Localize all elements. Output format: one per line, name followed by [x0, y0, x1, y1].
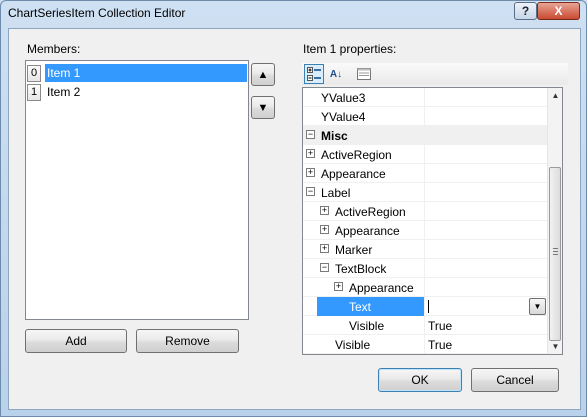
property-name: YValue3	[321, 91, 366, 105]
ok-button[interactable]: OK	[378, 368, 462, 392]
expand-icon[interactable]: +	[320, 225, 329, 234]
property-name: ActiveRegion	[321, 148, 392, 162]
title-bar[interactable]: ChartSeriesItem Collection Editor ? X	[1, 1, 586, 27]
dialog-body: Members: 0 Item 1 1 Item 2 ▲ ▼ Add Remov…	[8, 28, 581, 410]
property-name: Label	[321, 186, 351, 200]
member-index: 0	[27, 64, 41, 82]
property-row-selected[interactable]: Text ▼	[303, 297, 548, 316]
add-button-label: Add	[65, 334, 87, 348]
property-category-misc[interactable]: − Misc	[303, 126, 548, 145]
scroll-up-button[interactable]: ▲	[548, 88, 562, 103]
collapse-icon[interactable]: −	[320, 263, 329, 272]
collapse-icon[interactable]: −	[306, 187, 315, 196]
scroll-down-icon: ▼	[551, 342, 560, 351]
list-item[interactable]: 0 Item 1	[27, 64, 247, 82]
add-button[interactable]: Add	[25, 329, 127, 353]
members-label: Members:	[27, 42, 81, 56]
category-name: Misc	[321, 129, 348, 143]
property-row[interactable]: + ActiveRegion	[303, 145, 548, 164]
property-row[interactable]: + ActiveRegion	[303, 202, 548, 221]
property-pages-button[interactable]	[354, 64, 374, 84]
property-row[interactable]: Visible True	[303, 335, 548, 354]
property-name: Text	[349, 300, 372, 314]
member-name: Item 1	[45, 64, 247, 82]
property-name: Visible	[349, 319, 385, 333]
expand-icon[interactable]: +	[320, 206, 329, 215]
expand-icon[interactable]: +	[306, 168, 315, 177]
scroll-down-button[interactable]: ▼	[548, 339, 562, 354]
close-icon: X	[554, 4, 563, 18]
text-caret	[428, 300, 429, 313]
cancel-button-label: Cancel	[496, 373, 534, 387]
move-down-button[interactable]: ▼	[251, 96, 275, 119]
scrollbar-thumb[interactable]	[549, 167, 561, 341]
member-name: Item 2	[47, 85, 81, 99]
window-title: ChartSeriesItem Collection Editor	[8, 6, 186, 20]
collapse-icon[interactable]: −	[306, 130, 315, 139]
alphabetical-icon: A↓	[329, 68, 343, 80]
property-row[interactable]: + Appearance	[303, 221, 548, 240]
arrow-up-icon: ▲	[257, 68, 269, 81]
move-up-button[interactable]: ▲	[251, 63, 275, 86]
expand-icon[interactable]: +	[306, 149, 315, 158]
scroll-up-icon: ▲	[551, 91, 560, 100]
value-dropdown-button[interactable]: ▼	[529, 298, 546, 315]
arrow-down-icon: ▼	[257, 101, 269, 114]
property-name: Appearance	[349, 281, 414, 295]
property-name: Visible	[335, 338, 371, 352]
property-row[interactable]: + Appearance	[303, 278, 548, 297]
property-grid-toolbar: A↓	[302, 63, 568, 85]
categorized-button[interactable]	[304, 64, 324, 84]
chevron-down-icon: ▼	[533, 302, 542, 311]
close-button[interactable]: X	[537, 2, 580, 20]
property-row[interactable]: YValue3	[303, 88, 548, 107]
expand-icon[interactable]: +	[334, 282, 343, 291]
list-item[interactable]: 1 Item 2	[27, 83, 247, 101]
property-grid-rows: YValue3 YValue4 − Misc + ActiveRegion + …	[303, 88, 548, 354]
property-row[interactable]: + Marker	[303, 240, 548, 259]
property-value[interactable]: True	[428, 319, 452, 333]
remove-button-label: Remove	[165, 334, 210, 348]
property-row[interactable]: − TextBlock	[303, 259, 548, 278]
cancel-button[interactable]: Cancel	[471, 368, 559, 392]
property-row[interactable]: YValue4	[303, 107, 548, 126]
property-grid-scrollbar[interactable]: ▲ ▼	[547, 88, 562, 354]
property-name: Marker	[335, 243, 373, 257]
property-pages-icon	[357, 68, 371, 80]
property-value[interactable]: True	[428, 338, 452, 352]
property-name: Appearance	[321, 167, 386, 181]
property-row[interactable]: Visible True	[303, 316, 548, 335]
property-name: TextBlock	[335, 262, 387, 276]
property-grid[interactable]: YValue3 YValue4 − Misc + ActiveRegion + …	[302, 87, 563, 355]
properties-label: Item 1 properties:	[303, 42, 397, 56]
property-row[interactable]: + Appearance	[303, 164, 548, 183]
collection-editor-window: ChartSeriesItem Collection Editor ? X Me…	[0, 0, 587, 417]
categorized-icon	[307, 67, 321, 81]
help-button[interactable]: ?	[514, 2, 537, 20]
expand-icon[interactable]: +	[320, 244, 329, 253]
remove-button[interactable]: Remove	[136, 329, 239, 353]
alphabetical-button[interactable]: A↓	[326, 64, 346, 84]
property-row[interactable]: − Label	[303, 183, 548, 202]
help-icon: ?	[521, 4, 530, 18]
ok-button-label: OK	[411, 373, 429, 387]
member-index: 1	[27, 83, 41, 101]
property-name: YValue4	[321, 110, 366, 124]
members-list[interactable]: 0 Item 1 1 Item 2	[25, 60, 249, 320]
property-name: Appearance	[335, 224, 400, 238]
property-name: ActiveRegion	[335, 205, 406, 219]
